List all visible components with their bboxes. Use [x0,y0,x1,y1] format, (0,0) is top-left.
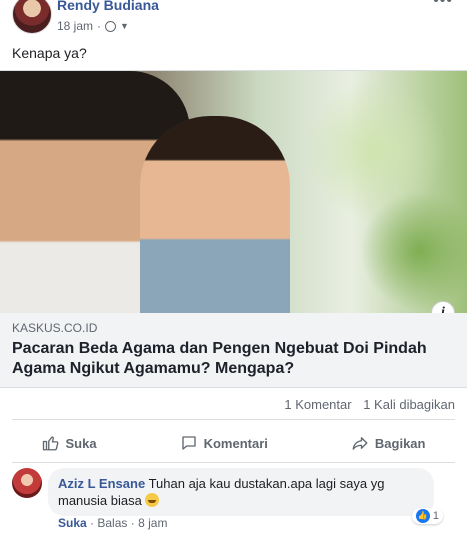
separator: · [90,516,95,530]
comment-reaction-count: 1 [432,510,439,522]
share-icon [352,437,368,450]
link-preview-image[interactable] [0,71,467,313]
author-avatar[interactable] [12,0,52,34]
grinning-emoji-icon [145,493,160,507]
comment-like-link[interactable]: Suka [58,516,87,530]
separator: · [130,516,135,530]
post-time[interactable]: 18 jam [57,19,93,33]
divider [12,462,455,463]
commenter-name[interactable]: Aziz L Ensane [58,476,145,491]
engagement-counts: 1 Komentar 1 Kali dibagikan [276,397,455,412]
commenter-avatar[interactable] [12,468,42,498]
facebook-post: Rendy Budiana 18 jam · ▼ ••• Kenapa ya? … [0,0,467,540]
photo-woman [140,116,290,313]
comment-icon [181,436,196,450]
like-reaction-icon: 👍 [415,509,430,523]
comment-label: Komentari [203,435,268,451]
comment-bubble: Aziz L Ensane Tuhan aja kau dustakan.apa… [48,468,434,516]
more-horizontal-icon[interactable]: ••• [433,0,453,10]
comment-reply-link[interactable]: Balas [97,516,127,530]
share-count[interactable]: 1 Kali dibagikan [363,397,455,412]
like-button[interactable]: Suka [42,434,97,452]
link-domain: KASKUS.CO.ID [12,321,98,335]
post-meta: 18 jam · ▼ [57,19,129,33]
post-actions: Suka Komentari Bagikan [0,425,467,461]
link-title[interactable]: Pacaran Beda Agama dan Pengen Ngebuat Do… [12,339,457,379]
author-name[interactable]: Rendy Budiana [57,0,159,13]
globe-icon[interactable] [105,20,117,32]
comment-reactions[interactable]: 👍 1 [411,508,443,524]
comment-count[interactable]: 1 Komentar [284,397,351,412]
chevron-down-icon[interactable]: ▼ [120,21,129,31]
thumbs-up-icon [42,436,58,451]
comment-time[interactable]: 8 jam [138,516,167,530]
comment-footer: Suka · Balas · 8 jam [58,516,167,530]
post-status-text: Kenapa ya? [12,45,87,61]
comment-item: Aziz L Ensane Tuhan aja kau dustakan.apa… [0,466,467,540]
post-header: Rendy Budiana 18 jam · ▼ ••• [0,0,467,40]
link-preview-card[interactable]: i KASKUS.CO.ID Pacaran Beda Agama dan Pe… [0,70,467,388]
share-button[interactable]: Bagikan [351,434,426,452]
like-label: Suka [65,435,97,451]
link-preview-text[interactable]: KASKUS.CO.ID Pacaran Beda Agama dan Peng… [0,313,467,387]
divider [12,419,455,420]
share-label: Bagikan [374,435,426,451]
comment-button[interactable]: Komentari [180,434,268,452]
